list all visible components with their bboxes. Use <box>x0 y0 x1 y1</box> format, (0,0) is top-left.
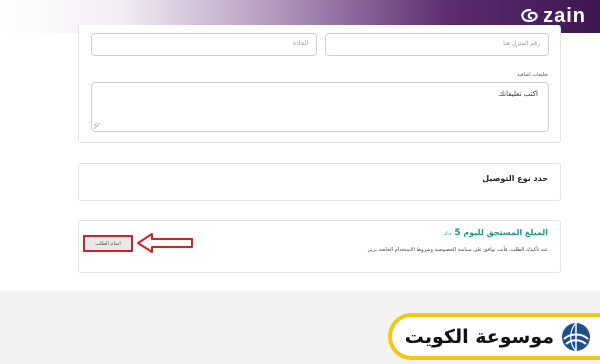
currency-label: د.ك <box>443 231 452 237</box>
house-number-input[interactable]: رقم المنزل هنا <box>325 33 549 56</box>
globe-icon <box>560 321 592 353</box>
resize-handle-icon[interactable] <box>93 122 101 130</box>
avenue-input[interactable]: الجادة <box>91 33 317 56</box>
terms-note: عند تأكيدك الطلب، فأنت توافق على سياسة ا… <box>367 247 549 253</box>
zain-logo-icon <box>520 8 540 24</box>
address-form-card: رقم المنزل هنا الجادة تعليقات اضافية اكت… <box>78 25 561 143</box>
watermark-text: موسوعة الكويت <box>404 325 554 348</box>
watermark-badge: موسوعة الكويت <box>388 313 600 360</box>
comments-placeholder: اكتب تعليقاتك <box>498 90 538 98</box>
delivery-type-title: حدد نوع التوصيل <box>482 174 548 183</box>
left-arrow-icon <box>137 233 193 253</box>
complete-order-button[interactable]: اتمام الطلب <box>83 235 133 252</box>
amount-due-value: 5 <box>454 228 461 238</box>
comments-label: تعليقات اضافية <box>516 72 548 78</box>
comments-textarea[interactable]: اكتب تعليقاتك <box>91 82 549 132</box>
amount-due-label: المبلغ المستحق لليوم <box>463 228 548 237</box>
amount-due-title: المبلغ المستحق لليوم 5 د.ك <box>444 228 548 238</box>
delivery-type-card[interactable]: حدد نوع التوصيل <box>78 163 561 201</box>
